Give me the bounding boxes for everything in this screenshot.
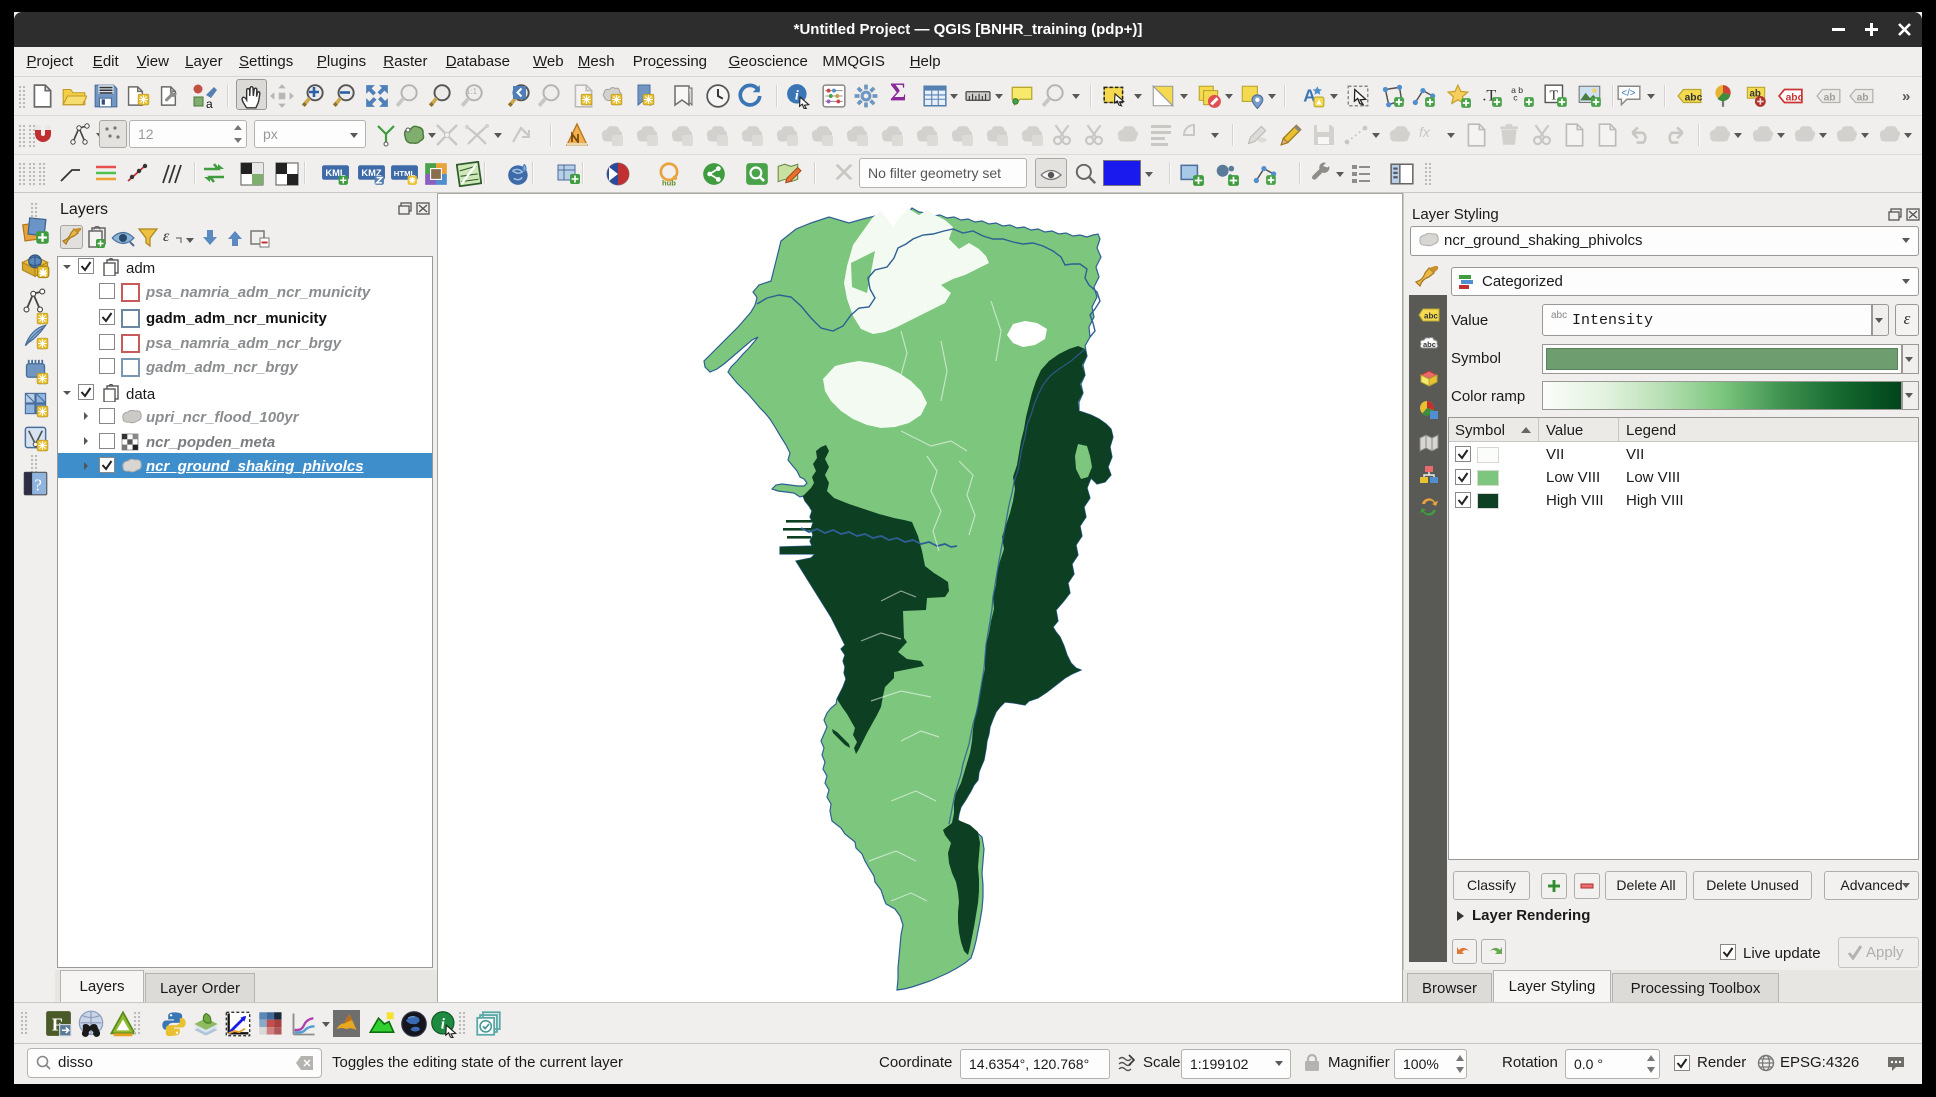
svg-text:abc: abc bbox=[1424, 312, 1438, 321]
svg-text:a: a bbox=[206, 97, 213, 109]
svg-text:abc: abc bbox=[1423, 340, 1436, 349]
